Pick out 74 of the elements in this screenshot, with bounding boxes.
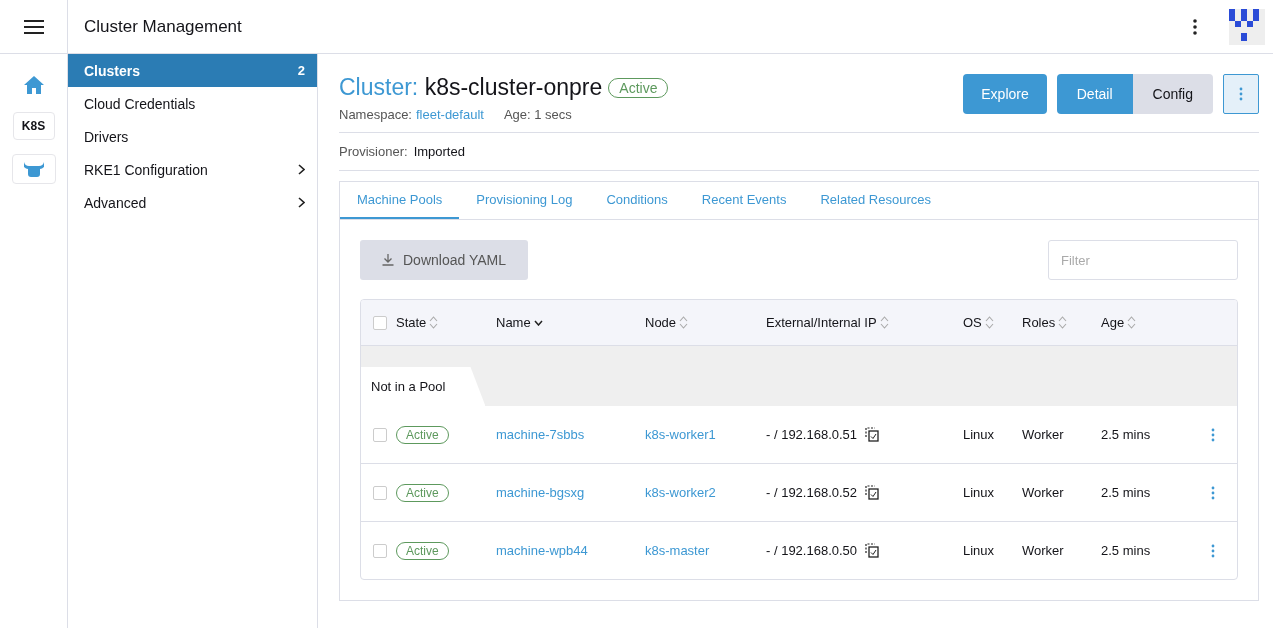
sort-icon xyxy=(429,316,439,329)
view-toggle-button[interactable]: Detail xyxy=(1056,74,1133,114)
download-icon xyxy=(382,254,394,266)
row-actions-icon[interactable] xyxy=(1211,485,1215,500)
tab[interactable]: Conditions xyxy=(589,182,685,219)
sort-icon xyxy=(1127,316,1137,329)
row-checkbox[interactable] xyxy=(372,543,387,558)
copy-icon[interactable] xyxy=(865,485,880,500)
sidebar-item[interactable]: RKE1 Configuration xyxy=(68,153,317,186)
machine-link[interactable]: machine-bgsxg xyxy=(496,485,585,500)
column-header[interactable]: Roles xyxy=(1022,315,1101,330)
table-cell: - / 192.168.0.51 xyxy=(766,427,858,442)
sidebar-item[interactable]: Clusters 2 xyxy=(68,54,317,87)
sort-descending-icon xyxy=(533,319,543,326)
namespace-label: Namespace: xyxy=(339,107,412,122)
provisioner-label: Provisioner: xyxy=(339,144,408,159)
machine-link[interactable]: machine-7sbbs xyxy=(496,427,585,442)
copy-icon[interactable] xyxy=(865,543,880,558)
tab[interactable]: Provisioning Log xyxy=(459,182,590,219)
node-link[interactable]: k8s-worker2 xyxy=(645,485,716,500)
table-cell: Linux xyxy=(963,543,995,558)
tab[interactable]: Machine Pools xyxy=(340,182,460,219)
column-header[interactable]: State xyxy=(396,315,496,330)
explore-button[interactable]: Explore xyxy=(963,74,1047,114)
sidebar-item[interactable]: Drivers xyxy=(68,120,317,153)
row-checkbox[interactable] xyxy=(372,427,387,442)
cluster-button[interactable]: K8S xyxy=(12,112,55,140)
row-actions-icon[interactable] xyxy=(1211,543,1215,558)
select-all-checkbox[interactable] xyxy=(372,315,387,330)
filter-input[interactable]: Filter xyxy=(1048,240,1238,280)
sidebar-item[interactable]: Cloud Credentials xyxy=(68,87,317,120)
tab[interactable]: Related Resources xyxy=(803,182,948,219)
view-toggle-button[interactable]: Config xyxy=(1132,74,1213,114)
node-link[interactable]: k8s-master xyxy=(645,543,710,558)
download-yaml-button[interactable]: Download YAML xyxy=(360,240,528,280)
provisioner-value: Imported xyxy=(413,144,465,159)
table-cell: Worker xyxy=(1022,485,1064,500)
table-cell: - / 192.168.0.52 xyxy=(766,485,858,500)
sort-icon xyxy=(984,316,994,329)
cluster-title: Cluster: k8s-cluster-onpre xyxy=(339,74,603,101)
table-cell: - / 192.168.0.50 xyxy=(766,543,858,558)
column-header[interactable]: External/Internal IP xyxy=(766,315,963,330)
bull-head-icon[interactable] xyxy=(11,154,56,184)
sort-icon xyxy=(679,316,689,329)
sort-icon xyxy=(879,316,889,329)
sidebar-item[interactable]: Advanced xyxy=(68,186,317,219)
column-header[interactable]: Age xyxy=(1101,315,1201,330)
node-link[interactable]: k8s-worker1 xyxy=(645,427,716,442)
table-cell: Worker xyxy=(1022,427,1064,442)
home-icon[interactable] xyxy=(23,76,44,94)
table-cell: Linux xyxy=(963,485,995,500)
column-header[interactable]: Node xyxy=(645,315,766,330)
table-cell: Worker xyxy=(1022,543,1064,558)
column-header[interactable]: Name xyxy=(496,315,645,330)
group-label: Not in a Pool xyxy=(361,367,486,406)
sort-icon xyxy=(1058,316,1068,329)
menu-icon[interactable] xyxy=(23,19,44,34)
user-avatar-icon[interactable] xyxy=(1229,8,1265,45)
table-cell: 2.5 mins xyxy=(1101,543,1151,558)
table-cell: 2.5 mins xyxy=(1101,485,1151,500)
column-header[interactable]: OS xyxy=(963,315,1022,330)
page-title: Cluster Management xyxy=(84,16,243,37)
age-text: Age: 1 secs xyxy=(503,107,572,122)
row-checkbox[interactable] xyxy=(372,485,387,500)
more-vertical-icon xyxy=(1239,87,1243,101)
machine-link[interactable]: machine-wpb44 xyxy=(496,543,588,558)
namespace-link[interactable]: fleet-default xyxy=(416,107,484,122)
more-actions-button[interactable] xyxy=(1223,74,1259,114)
more-options-icon[interactable] xyxy=(1193,18,1197,35)
tab[interactable]: Recent Events xyxy=(684,182,804,219)
row-actions-icon[interactable] xyxy=(1211,427,1215,442)
table-cell: Linux xyxy=(963,427,995,442)
copy-icon[interactable] xyxy=(865,427,880,442)
table-cell: 2.5 mins xyxy=(1101,427,1151,442)
